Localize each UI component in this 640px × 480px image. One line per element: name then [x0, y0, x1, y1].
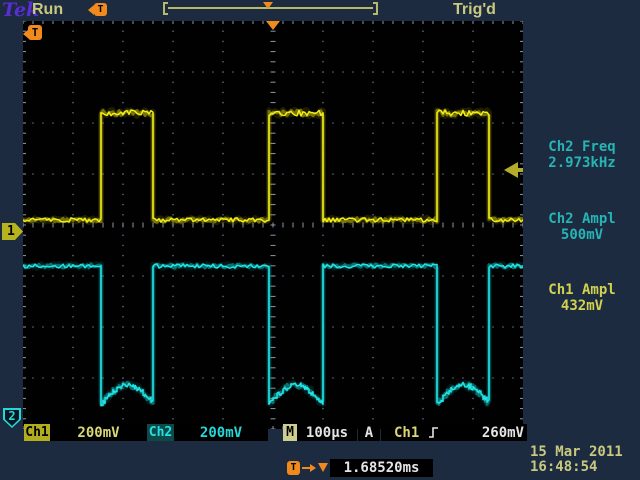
trigger-source: Ch1 [394, 424, 419, 442]
timebase-badge: M [283, 424, 297, 441]
measurement-ch2-freq: Ch2 Freq 2.973kHz [524, 139, 640, 171]
trigger-t-icon: T [28, 25, 42, 40]
right-arrow-icon [302, 467, 310, 469]
trigger-readout: Ch1 260mV [381, 424, 527, 441]
ch1-ground-marker: 1 [2, 223, 23, 240]
down-triangle-icon [318, 463, 328, 472]
trigger-delay-value: 1.68520ms [330, 459, 433, 477]
trigger-t-icon: T [287, 461, 300, 475]
measurement-label: Ch2 Ampl [524, 211, 640, 227]
ch2-ground-marker: 2 [3, 408, 21, 428]
ch2-ground-marker-label: 2 [5, 410, 19, 426]
oscilloscope-display: Tek Run T Trig'd T 1 2 Ch2 Freq 2.973kHz [0, 0, 640, 480]
acquisition-window-bar [163, 2, 378, 16]
measurement-ch1-ampl: Ch1 Ampl 432mV [524, 282, 640, 314]
scope-screen: T [23, 21, 523, 429]
trigger-level-value: 260mV [482, 424, 524, 442]
trigger-status: Trig'd [453, 1, 496, 19]
trigger-position-triangle-icon [263, 2, 273, 9]
time-display: 16:48:54 [530, 460, 640, 475]
ch1-scale-readout: 200mV [50, 424, 147, 441]
trigger-level-arrow-icon [504, 162, 518, 178]
acquire-mode-readout: A [358, 424, 380, 441]
trigger-level-arrow-tail [517, 168, 523, 172]
right-bracket-icon [373, 2, 378, 15]
timebase-readout: 100µs [297, 424, 357, 441]
rising-edge-icon [428, 426, 439, 439]
ch2-badge: Ch2 [147, 424, 174, 441]
right-arrow-head-icon [310, 464, 316, 472]
measurement-value: 500mV [524, 227, 640, 243]
waveform-display [23, 21, 523, 429]
measurement-ch2-ampl: Ch2 Ampl 500mV [524, 211, 640, 243]
date-display: 15 Mar 2011 [530, 445, 640, 460]
ch1-badge: Ch1 [24, 424, 50, 441]
datetime-display: 15 Mar 2011 16:48:54 [530, 445, 640, 475]
measurement-label: Ch2 Freq [524, 139, 640, 155]
acquisition-status: Run [32, 1, 63, 19]
offscreen-trigger-marker: T [23, 25, 43, 43]
ch2-scale-readout: 200mV [174, 424, 268, 441]
measurement-value: 432mV [524, 298, 640, 314]
measurement-value: 2.973kHz [524, 155, 640, 171]
trigger-position-indicator: T [88, 3, 108, 17]
measurement-label: Ch1 Ampl [524, 282, 640, 298]
trigger-t-icon: T [94, 3, 107, 16]
